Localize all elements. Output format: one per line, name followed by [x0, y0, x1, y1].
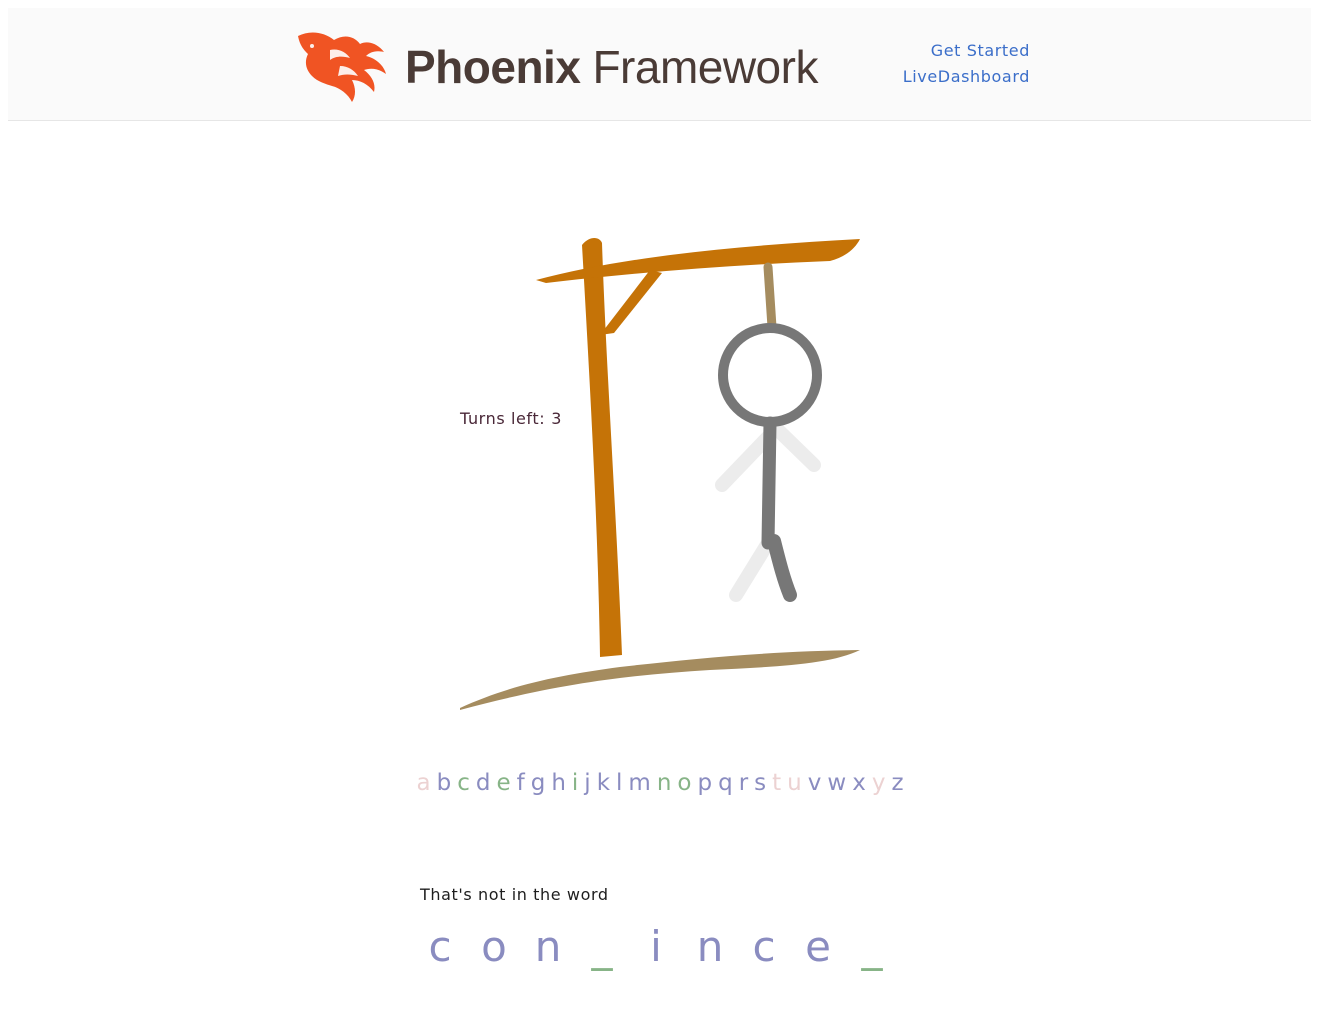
- figure-body: [761, 416, 777, 550]
- letter-button-i[interactable]: i: [572, 770, 578, 796]
- phoenix-logo[interactable]: Phoenix Framework: [290, 26, 830, 106]
- letter-button-d[interactable]: d: [476, 770, 491, 796]
- letter-button-v[interactable]: v: [808, 770, 822, 796]
- gallows-ground: [460, 650, 860, 710]
- letter-button-l[interactable]: l: [616, 770, 622, 796]
- letter-button-a[interactable]: a: [416, 770, 430, 796]
- gallows-brace: [600, 270, 662, 335]
- turns-left-value: 3: [551, 409, 563, 428]
- letter-button-t[interactable]: t: [772, 770, 781, 796]
- letter-picker: abcdefghijklmnopqrstuvwxyz: [340, 770, 980, 796]
- phoenix-bird-icon: [298, 32, 386, 102]
- hidden-right-arm: [771, 423, 821, 472]
- letter-button-b[interactable]: b: [437, 770, 452, 796]
- word-blank: _: [591, 922, 613, 971]
- letter-button-f[interactable]: f: [517, 770, 525, 796]
- letter-button-r[interactable]: r: [739, 770, 748, 796]
- logo-name-bold: Phoenix: [405, 41, 581, 93]
- turns-left-label: Turns left:: [460, 409, 546, 428]
- letter-button-u[interactable]: u: [787, 770, 802, 796]
- hangman-drawing: [460, 238, 860, 710]
- letter-button-y[interactable]: y: [872, 770, 886, 796]
- word-letter: n: [696, 922, 724, 971]
- letter-button-s[interactable]: s: [754, 770, 766, 796]
- letter-button-e[interactable]: e: [496, 770, 510, 796]
- figure-right-leg: [767, 534, 797, 602]
- word-blank: _: [861, 922, 883, 971]
- word-letter: c: [428, 922, 452, 971]
- letter-button-n[interactable]: n: [657, 770, 672, 796]
- letter-button-p[interactable]: p: [697, 770, 712, 796]
- hidden-left-leg: [729, 536, 775, 602]
- noose-rope: [763, 262, 777, 332]
- word-letter: c: [752, 922, 776, 971]
- letter-button-x[interactable]: x: [852, 770, 866, 796]
- gallows-post: [582, 238, 622, 657]
- site-header: Phoenix Framework Get Started LiveDashboa…: [8, 8, 1311, 121]
- turns-left: Turns left: 3: [460, 409, 562, 428]
- letter-button-g[interactable]: g: [531, 770, 546, 796]
- letter-button-m[interactable]: m: [628, 770, 650, 796]
- letter-button-z[interactable]: z: [891, 770, 903, 796]
- letter-button-o[interactable]: o: [677, 770, 691, 796]
- logo-wordmark: Phoenix Framework: [405, 40, 818, 94]
- word-letter: n: [534, 922, 562, 971]
- logo-name-light: Framework: [592, 41, 818, 93]
- header-nav: Get Started LiveDashboard: [868, 38, 1030, 90]
- figure-head: [718, 323, 822, 427]
- guess-feedback-message: That's not in the word: [420, 885, 609, 904]
- word-progress: c o n _ i n c e _: [418, 918, 898, 978]
- letter-button-q[interactable]: q: [718, 770, 733, 796]
- nav-link-livedashboard[interactable]: LiveDashboard: [868, 64, 1030, 90]
- word-letter: e: [805, 922, 831, 971]
- letter-button-k[interactable]: k: [597, 770, 610, 796]
- letter-button-j[interactable]: j: [584, 770, 590, 796]
- letter-button-w[interactable]: w: [827, 770, 846, 796]
- nav-link-get-started[interactable]: Get Started: [868, 38, 1030, 64]
- letter-button-c[interactable]: c: [457, 770, 470, 796]
- word-letter: i: [650, 922, 662, 971]
- word-letter: o: [481, 922, 507, 971]
- letter-button-h[interactable]: h: [551, 770, 566, 796]
